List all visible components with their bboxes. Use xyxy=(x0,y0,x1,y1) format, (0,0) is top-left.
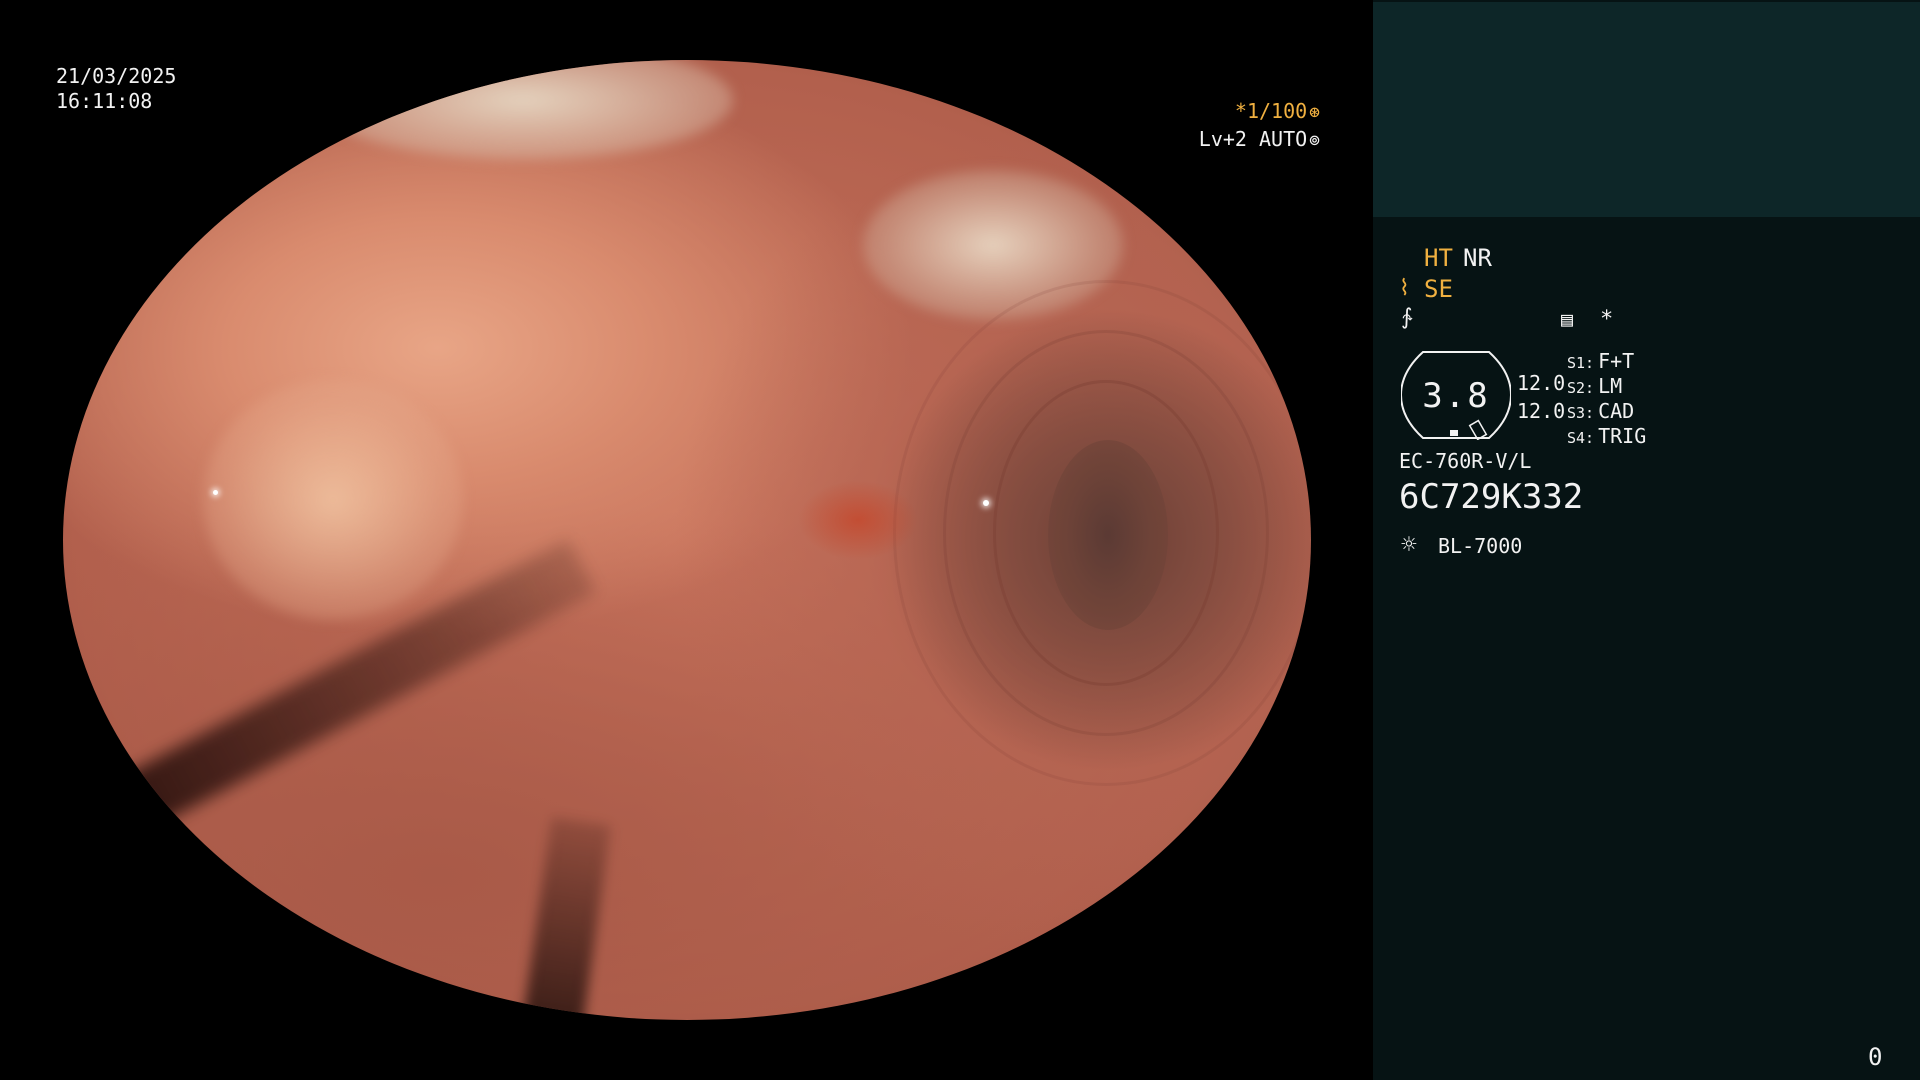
switch-slot: S4: TRIG xyxy=(1567,423,1646,451)
iris-icon: ⊚ xyxy=(1309,130,1320,151)
switch-slot-key: S1: xyxy=(1567,354,1595,372)
memo-icon: ▤ xyxy=(1561,307,1574,331)
lumen xyxy=(1048,440,1168,630)
setting-value-1: 12.0 xyxy=(1517,371,1566,395)
specular-highlight xyxy=(983,500,989,506)
switch-slot-value: F+T xyxy=(1598,349,1635,373)
aperture-icon: ⊛ xyxy=(1309,102,1320,123)
mucosa-patch xyxy=(313,60,733,160)
switch-slot-value: LM xyxy=(1598,374,1623,398)
dial-indicator: 3.8 xyxy=(1399,350,1513,441)
iris-readout: Lv+2 AUTO ⊚ xyxy=(1199,127,1320,153)
iris-value: Lv+2 AUTO xyxy=(1198,127,1308,151)
switch-slot-value: CAD xyxy=(1598,399,1635,423)
switch-slot-key: S2: xyxy=(1567,379,1595,397)
scope-serial: 6C729K332 xyxy=(1399,477,1584,517)
shutter-readout: *1/100 ⊛ xyxy=(1235,99,1320,125)
mode-ht: HT xyxy=(1424,244,1453,272)
instrument-shadow xyxy=(515,817,611,1020)
star-indicator: * xyxy=(1600,307,1614,332)
endoscopy-screen: 21/03/2025 16:11:08 *1/100 ⊛ Lv+2 AUTO ⊚ H… xyxy=(0,0,1920,1080)
curve-icon: ⌇ xyxy=(1399,276,1410,301)
switch-slot: S1: F+T xyxy=(1567,348,1634,376)
switch-slot-value: TRIG xyxy=(1598,424,1647,448)
setting-value-2: 12.0 xyxy=(1517,399,1566,423)
switch-slot-key: S4: xyxy=(1567,429,1595,447)
date-readout: 21/03/2025 xyxy=(56,64,177,88)
image-counter: 0 xyxy=(1868,1043,1883,1071)
vessel-area xyxy=(798,480,918,560)
scope-model: EC-760R-V/L xyxy=(1399,449,1532,473)
endoscope-view: 21/03/2025 16:11:08 *1/100 ⊛ Lv+2 AUTO ⊚ xyxy=(0,0,1372,1080)
mode-nr: NR xyxy=(1463,244,1492,272)
time-readout: 16:11:08 xyxy=(56,89,153,113)
exposure-readout: *1/100 ⊛ Lv+2 AUTO ⊚ xyxy=(1180,99,1320,155)
shutter-value: *1/100 xyxy=(1234,99,1308,123)
dial-value: 3.8 xyxy=(1422,376,1490,416)
endoscope-image xyxy=(63,60,1311,1020)
light-source: BL-7000 xyxy=(1438,534,1523,558)
switch-slot: S2: LM xyxy=(1567,373,1622,401)
info-panel: HT NR ⌇ SE ∱ ▤ * 3.8 12.0 12.0 S1: F+T S2… xyxy=(1373,0,1920,1080)
info-panel-header xyxy=(1373,2,1920,217)
switch-slot: S3: CAD xyxy=(1567,398,1634,426)
slash-icon: ∱ xyxy=(1401,305,1413,330)
sun-icon: ☼ xyxy=(1401,530,1417,560)
specular-highlight xyxy=(213,490,218,495)
switch-slot-key: S3: xyxy=(1567,404,1595,422)
mode-se: SE xyxy=(1424,275,1453,303)
mucosa-patch xyxy=(203,380,463,620)
